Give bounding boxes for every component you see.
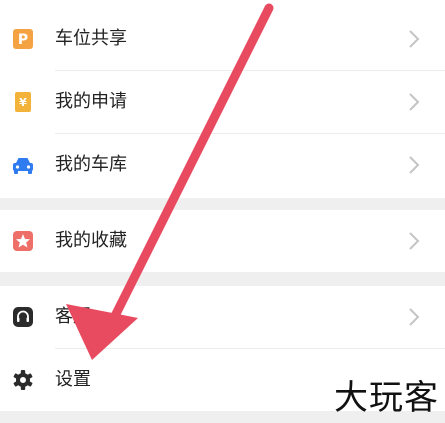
menu-item-customer-service[interactable]: 客服 [0,286,445,348]
svg-text:P: P [18,32,28,48]
gear-icon [13,370,33,390]
menu-item-label: 我的申请 [55,91,127,112]
chevron-right-icon [409,308,420,326]
voucher-icon: ¥ [15,92,31,112]
menu-item-parking-share[interactable]: P 车位共享 [0,8,445,70]
parking-icon: P [13,29,33,49]
menu-item-label: 车位共享 [55,28,127,49]
menu-item-my-application[interactable]: ¥ 我的申请 [0,71,445,133]
menu-group-2: 我的收藏 [0,210,445,272]
menu-item-my-favorites[interactable]: 我的收藏 [0,210,445,272]
chevron-right-icon [409,232,420,250]
watermark-text: 大玩客 [334,378,439,418]
chevron-right-icon [409,156,420,174]
headset-icon [13,307,33,327]
menu-item-label: 我的收藏 [55,230,127,251]
chevron-right-icon [409,93,420,111]
menu-item-my-garage[interactable]: 我的车库 [0,134,445,196]
menu-item-label: 设置 [55,369,91,390]
chevron-right-icon [409,30,420,48]
svg-text:¥: ¥ [19,96,27,109]
star-icon [13,231,33,251]
menu-group-1: P 车位共享 ¥ 我的申请 我的车库 [0,0,445,198]
menu-item-label: 客服 [55,306,91,327]
menu-item-label: 我的车库 [55,154,127,175]
car-icon [13,158,33,174]
